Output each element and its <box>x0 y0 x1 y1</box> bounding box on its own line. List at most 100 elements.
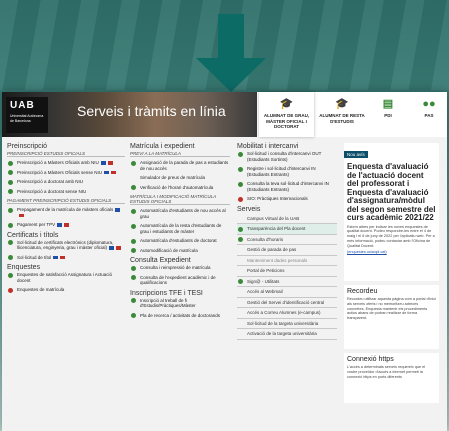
flag-en-icon[interactable] <box>57 223 63 227</box>
status-dot <box>8 207 13 213</box>
status-dot <box>8 222 13 228</box>
list-item[interactable]: Pla de recerca / activitats de doctorand… <box>130 313 230 318</box>
subsection-previ: PREVI A LA MATRÍCULA <box>130 151 230 157</box>
section-title-preinscripcio: Preinscripció <box>7 143 48 150</box>
list-item[interactable]: Preinscripció a Màsters Oficials sense N… <box>7 169 125 175</box>
list-item[interactable]: Consulta de l'expedient acadèmic i de qu… <box>130 275 230 286</box>
flag-en-icon[interactable] <box>104 170 110 175</box>
list-item[interactable]: Consulta i reimpressió de matrícula <box>130 265 230 271</box>
notice-text: Estem altres per indicar les noves enque… <box>347 224 435 248</box>
service-link-targeta-activacio[interactable]: Activació de la targeta universitària <box>237 329 337 340</box>
item-label: Preinscripció a Màsters Oficials sense N… <box>17 169 103 175</box>
flag-en-icon[interactable] <box>115 208 121 212</box>
flag-es-icon[interactable] <box>64 223 70 227</box>
list-item[interactable]: Pagament per TPV <box>7 222 125 228</box>
item-label: Simulador de preus de matrícula <box>140 175 206 180</box>
status-dot <box>131 265 136 271</box>
service-link-identificacio[interactable]: Gestió del Servei d'identificació centra… <box>237 298 337 309</box>
item-label: Registre i sol·licitud d'intercanvi IN (… <box>247 166 316 177</box>
flag-es-icon[interactable] <box>111 170 117 175</box>
list-item[interactable]: Consulta la teva sol·licitud d'intercanv… <box>237 181 337 192</box>
tab-alumnat-grau[interactable]: 🎓 ALUMNAT DE GRAU, MÀSTER OFICIAL I DOCT… <box>259 92 314 137</box>
notice-tag: Nou avís <box>344 151 368 158</box>
flag-es-icon[interactable] <box>60 255 66 260</box>
flag-en-icon[interactable] <box>53 255 59 260</box>
status-dot <box>8 160 13 166</box>
flag-en-icon[interactable] <box>109 246 115 250</box>
list-item[interactable]: Sol·licitud i consulta d'intercanvi OUT … <box>237 151 337 162</box>
list-item[interactable]: Inscripció al treball de fi d'Estudis/Pr… <box>130 298 230 309</box>
list-item[interactable]: SIO: Pràctiques Internacionals <box>237 196 337 202</box>
item-label: Automodificació de matrícula <box>140 247 198 253</box>
service-link-horaris[interactable]: Consulta d'horaris <box>237 235 337 246</box>
list-item[interactable]: Sol·licitud de títol <box>7 255 125 260</box>
flag-en-icon[interactable] <box>100 161 106 165</box>
list-item[interactable]: Simulador de preus de matrícula <box>130 175 230 181</box>
list-item[interactable]: Enquestes de matrícula <box>7 287 125 293</box>
status-dot <box>238 151 243 157</box>
status-dot <box>238 196 243 202</box>
item-label: Assignació de la parada de pas a estudia… <box>140 160 229 171</box>
item-label: Transparència del Pla docent <box>247 226 306 231</box>
section-title-certificats: Certificats i títols <box>7 231 59 239</box>
list-item[interactable]: Enquestes de satisfacció Assignatura i A… <box>7 272 125 283</box>
section-title-tfe: Inscripcions TFE i TESI <box>130 289 203 297</box>
flag-es-icon[interactable] <box>116 246 122 250</box>
tab-pdi[interactable]: ▤ PDI <box>373 92 403 137</box>
notice-link[interactable]: (enquestes.unia/qd.cat) <box>347 250 387 254</box>
service-link-correu[interactable]: Accés a Correu Alumnes (e-campus) <box>237 308 337 319</box>
subsection-matricula-oficial: MATRÍCULA I MODIFICACIÓ MATRÍCULA ESTUDI… <box>130 194 230 205</box>
service-link-campus-virtual[interactable]: Campus Virtual de la UAB <box>237 214 337 224</box>
status-dot <box>131 248 136 253</box>
list-item[interactable]: Registre i sol·licitud d'intercanvi IN (… <box>237 166 337 177</box>
list-item[interactable]: Automatrícula d'estudiants de nou accés … <box>130 208 230 219</box>
item-label: Consulta de l'expedient acadèmic i de qu… <box>140 274 216 286</box>
list-item[interactable]: Automatrícula de la resta d'estudiants d… <box>130 223 230 234</box>
flag-es-icon[interactable] <box>19 213 24 218</box>
item-label: Sol·licitud i consulta d'intercanvi OUT … <box>247 151 322 162</box>
tab-alumnat-resta[interactable]: 🎓 ALUMNAT DE RESTA D'ESTUDIS <box>317 92 367 137</box>
section-title-enquestes: Enquestes <box>7 264 41 271</box>
status-dot <box>238 226 243 232</box>
column-preinscripcio: Preinscripció PREINSCRIPCIÓ ESTUDIS OFIC… <box>7 141 125 297</box>
list-item[interactable]: Automodificació de matrícula <box>130 247 230 253</box>
https-title: Connexió https <box>347 356 394 363</box>
service-link-webmail[interactable]: Accés al Webmail <box>237 287 337 298</box>
list-item[interactable]: Automatrícula d'estudiants de doctorat <box>130 238 230 244</box>
service-link-dades-personals[interactable]: Manteniment dades personals <box>237 256 337 267</box>
status-dot <box>131 238 136 244</box>
column-mobilitat: Mobilitat i intercanvi Sol·licitud i con… <box>237 141 337 340</box>
status-dot <box>8 170 13 175</box>
content-area: Preinscripció PREINSCRIPCIÓ ESTUDIS OFIC… <box>2 137 447 431</box>
service-link-transparencia[interactable]: Transparència del Pla docent <box>237 224 337 235</box>
pointer-arrow-shaft <box>218 14 244 60</box>
status-dot <box>238 237 243 243</box>
list-item[interactable]: Preinscripció a doctorat amb NIU <box>7 179 125 185</box>
list-item[interactable]: Sol·licitud de certificats electrònics (… <box>7 240 125 251</box>
item-label: Automatrícula d'estudiants de nou accés … <box>140 208 226 219</box>
list-item[interactable]: Preinscripció a Màsters Oficials amb NIU <box>7 160 125 166</box>
list-item[interactable]: Verificació de l'horari d'automatrícula <box>130 184 230 190</box>
list-item[interactable]: Assignació de la parada de pas a estudia… <box>130 160 230 171</box>
item-label: Sign@ - Utilitats <box>247 278 280 284</box>
pointer-arrow-icon <box>196 58 266 92</box>
service-link-signa[interactable]: Sign@ - Utilitats <box>237 277 337 288</box>
list-item[interactable]: Prepagament de la matrícula de màsters o… <box>7 207 125 218</box>
status-dot <box>131 185 136 190</box>
uab-logo[interactable]: UAB Universitat Autònoma de Barcelona <box>6 97 48 133</box>
header-banner: UAB Universitat Autònoma de Barcelona Se… <box>2 92 257 137</box>
notice-title: Enquesta d'avaluació de l'actuació docen… <box>347 162 436 222</box>
status-dot <box>131 208 136 214</box>
subsection-pagament: PAGAMENT PREINSCRIPCIÓ ESTUDIS OFICIALS <box>7 198 125 204</box>
service-link-parada-pas[interactable]: Gestió de parada de pas <box>237 245 337 256</box>
service-link-targeta-solicitud[interactable]: Sol·licitud de la targeta universitària <box>237 319 337 330</box>
status-dot <box>238 166 243 172</box>
item-label: Consulta la teva sol·licitud d'intercanv… <box>247 181 329 192</box>
list-item[interactable]: Preinscripció a doctorat sense NIU <box>7 189 125 194</box>
flag-es-icon[interactable] <box>107 161 113 165</box>
reminder-title: Recordeu <box>347 288 378 295</box>
service-link-peticions[interactable]: Portal de Peticions <box>237 266 337 277</box>
tab-label: PDI <box>384 113 392 118</box>
tab-pas[interactable]: ●● PAS <box>414 92 444 137</box>
item-label: Verificació de l'horari d'automatrícula <box>140 184 214 190</box>
